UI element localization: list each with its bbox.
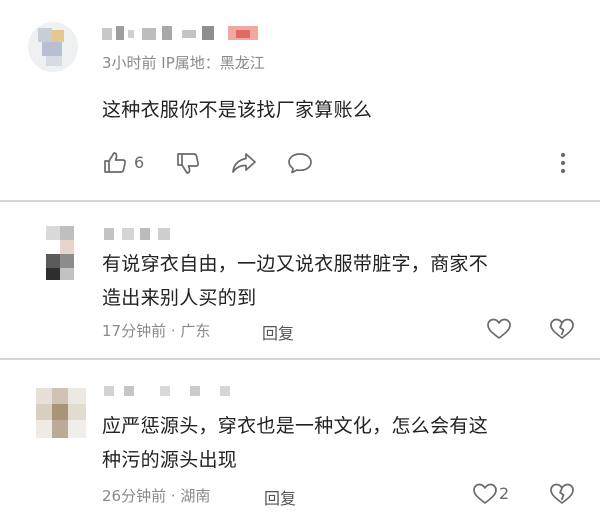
comment-icon[interactable] xyxy=(286,150,314,176)
dislike-icon[interactable] xyxy=(175,150,201,176)
username[interactable] xyxy=(102,24,262,42)
comment-meta: 26分钟前 · 湖南 xyxy=(102,487,211,505)
username[interactable] xyxy=(104,384,244,398)
comment-text-line1: 有说穿衣自由，一边又说衣服带脏字，商家不 xyxy=(102,253,489,275)
comment-text-line1: 应严惩源头，穿衣也是一种文化，怎么会有这 xyxy=(102,415,489,437)
reply-button[interactable]: 回复 xyxy=(262,320,294,344)
comment-card-3: 应严惩源头，穿衣也是一种文化，怎么会有这 种污的源头出现 26分钟前 · 湖南 … xyxy=(0,360,600,529)
comment-card-2: 有说穿衣自由，一边又说衣服带脏字，商家不 造出来别人买的到 17分钟前 · 广东… xyxy=(0,202,600,358)
avatar[interactable] xyxy=(46,226,84,280)
avatar[interactable] xyxy=(36,388,86,438)
reply-button[interactable]: 回复 xyxy=(264,485,296,509)
comment-text-line2: 种污的源头出现 xyxy=(102,449,238,471)
comment-card-1: 3小时前 IP属地：黑龙江 这种衣服你不是该找厂家算账么 6 xyxy=(0,0,600,200)
username[interactable] xyxy=(104,226,184,242)
heart-icon[interactable] xyxy=(486,317,512,341)
comment-meta: 3小时前 IP属地：黑龙江 xyxy=(102,54,265,72)
comment-text: 这种衣服你不是该找厂家算账么 xyxy=(102,99,373,121)
broken-heart-icon[interactable] xyxy=(549,317,575,341)
heart-icon[interactable] xyxy=(472,482,498,506)
like-count: 2 xyxy=(499,484,510,503)
more-icon[interactable] xyxy=(557,150,569,176)
like-count: 6 xyxy=(134,153,145,172)
broken-heart-icon[interactable] xyxy=(549,482,575,506)
like-icon[interactable] xyxy=(102,150,128,176)
share-icon[interactable] xyxy=(230,150,258,176)
avatar[interactable] xyxy=(28,22,78,72)
comment-meta: 17分钟前 · 广东 xyxy=(102,322,211,340)
comment-text-line2: 造出来别人买的到 xyxy=(102,287,257,309)
